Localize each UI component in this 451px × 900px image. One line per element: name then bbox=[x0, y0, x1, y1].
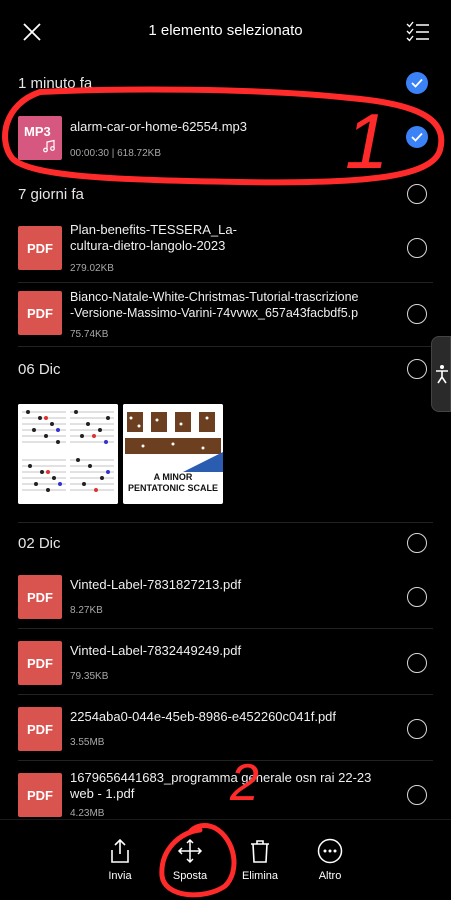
annotation-number-1: 1 bbox=[345, 97, 388, 185]
annotation-number-2: 2 bbox=[229, 754, 259, 812]
annotation-overlay: 1 2 bbox=[2, 86, 445, 898]
annotation-circle-2 bbox=[159, 822, 237, 898]
